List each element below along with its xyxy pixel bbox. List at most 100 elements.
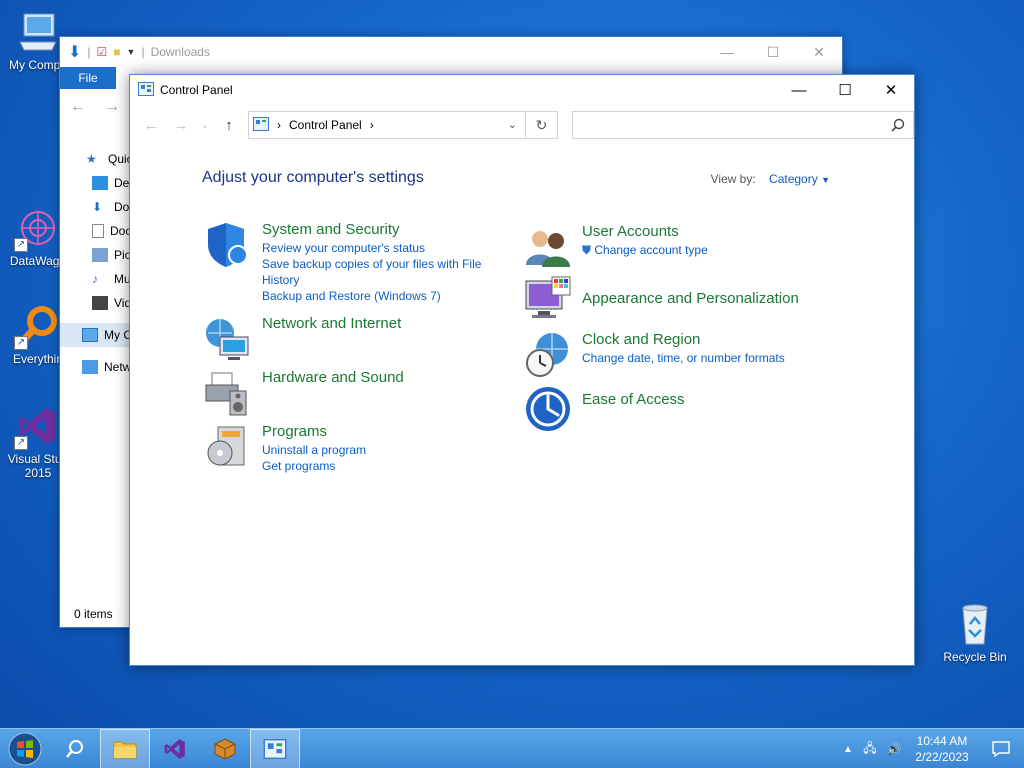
forward-arrow-icon[interactable]: → (170, 117, 192, 134)
desktop-icon-label: Recycle Bin (943, 650, 1007, 664)
magnifier-orange-icon: ↗ (14, 304, 60, 350)
control-panel-icon (138, 81, 154, 99)
minimize-button[interactable]: — (704, 37, 750, 67)
link-change-account-type[interactable]: ⛊ Change account type (582, 242, 708, 258)
minimize-button[interactable]: — (776, 75, 822, 105)
up-arrow-icon[interactable]: ↑ (218, 117, 240, 134)
clock-date: 2/22/2023 (915, 750, 969, 764)
refresh-icon[interactable]: ↻ (525, 112, 557, 138)
sidebar-item-desktop[interactable]: Des (60, 171, 132, 195)
chevron-down-icon[interactable]: ⌄ (508, 118, 517, 131)
sidebar-item-downloads[interactable]: ⬇Dow (60, 195, 132, 219)
control-panel-icon (263, 738, 287, 759)
taskbar-control-panel[interactable] (250, 728, 300, 768)
maximize-button[interactable]: ☐ (822, 75, 868, 105)
maximize-button[interactable]: ☐ (750, 37, 796, 67)
windows-orb-icon (8, 732, 42, 765)
category-programs: Programs Uninstall a program Get program… (204, 423, 366, 474)
file-tab[interactable]: File (60, 67, 116, 89)
clock[interactable]: 10:44 AM 2/22/2023 (906, 733, 978, 765)
properties-icon[interactable]: ☑ (97, 45, 108, 59)
category-title[interactable]: Ease of Access (582, 391, 685, 409)
sidebar-item-pictures[interactable]: Pict (60, 243, 132, 267)
category-title[interactable]: Network and Internet (262, 315, 401, 333)
separator: | (141, 45, 145, 59)
link-uninstall-program[interactable]: Uninstall a program (262, 442, 366, 458)
computer-icon (82, 328, 98, 342)
control-panel-window[interactable]: Control Panel — ☐ ✕ ← → ⌄ ↑ › Control Pa… (129, 74, 915, 666)
taskbar-app-box[interactable] (200, 729, 250, 768)
show-hidden-icons-icon[interactable]: ▲ (838, 744, 858, 755)
link-get-programs[interactable]: Get programs (262, 458, 366, 474)
close-button[interactable]: ✕ (796, 37, 842, 67)
taskbar: ▲ 🖧 🔊 10:44 AM 2/22/2023 (0, 728, 1024, 768)
programs-disc-icon[interactable] (204, 423, 252, 471)
download-arrow-icon: ⬇ (68, 44, 82, 61)
taskbar-file-explorer[interactable] (100, 728, 150, 768)
sidebar-item-my-computer[interactable]: My C (60, 323, 132, 347)
category-title[interactable]: Programs (262, 423, 366, 441)
back-arrow-icon[interactable]: ← (70, 98, 86, 116)
datawagon-icon: ↗ (14, 206, 60, 252)
recent-dropdown-icon[interactable]: ⌄ (200, 120, 210, 131)
search-box[interactable] (572, 111, 914, 139)
volume-icon[interactable]: 🔊 (882, 742, 906, 756)
sidebar-item-network[interactable]: Netw (60, 355, 132, 379)
sidebar-item-videos[interactable]: Vid (60, 291, 132, 315)
explorer-titlebar[interactable]: ⬇ | ☑ ■ ▼ | Downloads — ☐ ✕ (60, 37, 842, 67)
link-date-time-formats[interactable]: Change date, time, or number formats (582, 350, 785, 366)
category-hardware-sound: Hardware and Sound (204, 369, 404, 417)
forward-arrow-icon[interactable]: → (104, 98, 120, 116)
back-arrow-icon[interactable]: ← (140, 117, 162, 134)
explorer-title: Downloads (150, 45, 210, 59)
film-icon (92, 296, 108, 310)
start-button[interactable] (0, 729, 50, 768)
link-file-history[interactable]: Save backup copies of your files with Fi… (262, 256, 492, 288)
network-globe-icon[interactable] (204, 315, 252, 363)
music-note-icon: ♪ (92, 272, 98, 286)
sidebar-item-music[interactable]: ♪ Mu (60, 267, 132, 291)
shortcut-arrow-icon: ↗ (14, 238, 28, 252)
control-panel-titlebar[interactable]: Control Panel — ☐ ✕ (130, 75, 914, 105)
link-review-status[interactable]: Review your computer's status (262, 240, 492, 256)
ease-access-icon[interactable] (524, 385, 572, 433)
category-appearance: Appearance and Personalization (524, 275, 799, 323)
clock-globe-icon[interactable] (524, 331, 572, 379)
close-button[interactable]: ✕ (868, 75, 914, 105)
shield-icon[interactable] (204, 221, 252, 269)
document-icon (92, 224, 104, 238)
category-title[interactable]: System and Security (262, 221, 492, 239)
network-tray-icon[interactable]: 🖧 (858, 739, 882, 760)
star-icon: ★ (86, 152, 97, 166)
explorer-sidebar: ★Quic Des ⬇Dow Doc Pict ♪Mu Vid My C Net… (60, 147, 132, 379)
breadcrumb-separator-icon: › (277, 118, 281, 132)
sidebar-item-quick-access[interactable]: ★ Quic (60, 147, 132, 171)
breadcrumb-control-panel[interactable]: Control Panel (289, 118, 362, 132)
monitor-palette-icon[interactable] (524, 275, 572, 323)
category-ease-of-access: Ease of Access (524, 385, 685, 433)
search-button[interactable] (50, 729, 100, 768)
search-input[interactable] (573, 112, 873, 138)
folder-icon[interactable]: ■ (113, 45, 120, 59)
search-icon (66, 739, 83, 758)
view-by-dropdown[interactable]: Category ▼ (769, 172, 830, 186)
category-title[interactable]: Clock and Region (582, 331, 785, 349)
users-icon[interactable] (524, 223, 572, 271)
uac-shield-icon: ⛊ (582, 243, 592, 257)
sidebar-item-documents[interactable]: Doc (60, 219, 132, 243)
taskbar-visual-studio[interactable] (150, 729, 200, 768)
category-title[interactable]: Appearance and Personalization (582, 290, 799, 308)
category-title[interactable]: Hardware and Sound (262, 369, 404, 387)
desktop-icon-recycle-bin[interactable]: Recycle Bin (935, 602, 1015, 664)
status-bar-text: 0 items (74, 607, 113, 621)
address-bar[interactable]: › Control Panel › ⌄ ↻ (248, 111, 558, 139)
printer-speaker-icon[interactable] (204, 369, 252, 417)
pictures-icon (92, 248, 108, 262)
action-center-button[interactable] (978, 729, 1024, 768)
dropdown-icon[interactable]: ▼ (127, 47, 136, 57)
category-title[interactable]: User Accounts (582, 223, 708, 241)
search-icon[interactable] (891, 118, 905, 132)
package-icon (214, 737, 236, 760)
breadcrumb-separator-icon[interactable]: › (370, 118, 374, 132)
link-backup-restore[interactable]: Backup and Restore (Windows 7) (262, 288, 492, 304)
